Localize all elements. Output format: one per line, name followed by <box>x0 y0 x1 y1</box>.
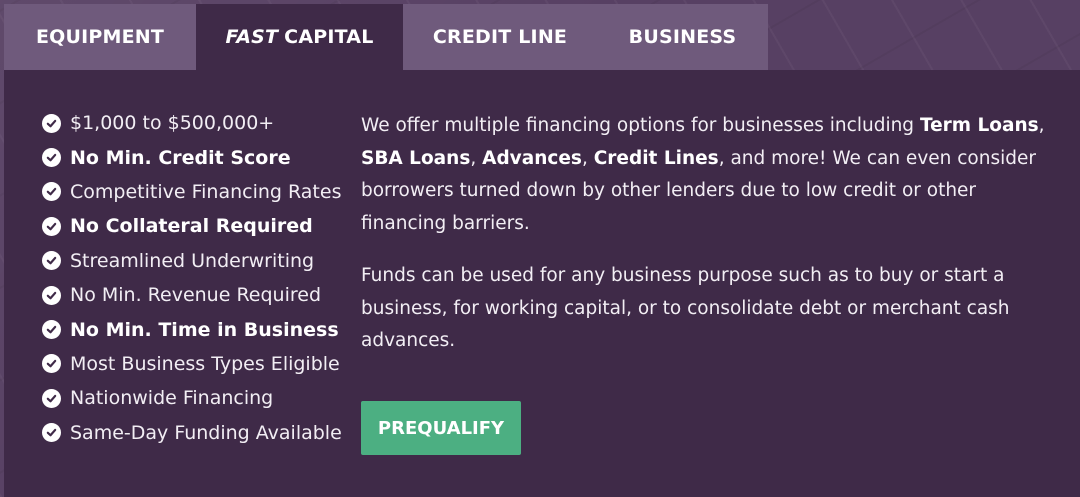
tab-credit-line-label: CREDIT LINE <box>432 26 568 48</box>
tab-business-label: BUSINESS <box>628 26 737 48</box>
check-circle-icon <box>42 388 61 408</box>
tab-business[interactable]: BUSINESS <box>597 4 768 70</box>
feature-item: No Min. Credit Score <box>42 140 342 174</box>
check-circle-icon <box>42 285 61 305</box>
p1-sep: , <box>1038 115 1045 136</box>
feature-text: No Min. Credit Score <box>70 146 291 169</box>
p1-intro: We offer multiple financing options for … <box>361 115 920 136</box>
feature-text: Streamlined Underwriting <box>70 249 315 272</box>
check-circle-icon <box>42 182 61 202</box>
feature-item: No Min. Time in Business <box>42 312 342 346</box>
feature-text: $1,000 to $500,000+ <box>70 112 275 135</box>
tab-panel: $1,000 to $500,000+ No Min. Credit Score C… <box>4 70 1080 497</box>
tab-equipment-label: EQUIPMENT <box>35 26 165 48</box>
term-loans-text: Term Loans <box>919 115 1039 136</box>
feature-item: No Min. Revenue Required <box>42 278 342 312</box>
check-circle-icon <box>42 148 61 168</box>
credit-lines-text: Credit Lines <box>593 147 719 169</box>
description-paragraph-2: Funds can be used for any business purpo… <box>361 265 1010 351</box>
feature-text: No Min. Revenue Required <box>70 284 322 307</box>
description-paragraph-1: We offer multiple financing options for … <box>361 110 1051 240</box>
feature-text: No Min. Time in Business <box>70 318 339 341</box>
tab-fast-capital[interactable]: FAST CAPITAL <box>196 4 403 70</box>
feature-text: No Collateral Required <box>70 215 313 238</box>
check-circle-icon <box>42 354 61 374</box>
p1-sep: , <box>581 147 594 169</box>
check-circle-icon <box>42 423 61 443</box>
advances-text: Advances <box>482 147 582 169</box>
tab-fast-capital-label: CAPITAL <box>284 26 374 48</box>
feature-item: Same-Day Funding Available <box>42 416 342 450</box>
tab-fast-capital-emphasis: FAST <box>225 26 279 48</box>
feature-item: Competitive Financing Rates <box>42 175 342 209</box>
feature-item: No Collateral Required <box>42 209 342 243</box>
prequalify-button[interactable]: PREQUALIFY <box>361 401 521 455</box>
p1-sep: , <box>470 147 483 169</box>
feature-text: Most Business Types Eligible <box>70 352 340 375</box>
feature-list: $1,000 to $500,000+ No Min. Credit Score C… <box>42 106 342 450</box>
check-circle-icon <box>42 320 61 340</box>
feature-item: $1,000 to $500,000+ <box>42 106 342 140</box>
tab-bar: EQUIPMENT FAST CAPITAL CREDIT LINE BUSIN… <box>4 4 768 70</box>
feature-item: Streamlined Underwriting <box>42 244 342 278</box>
check-circle-icon <box>42 251 61 271</box>
prequalify-button-label: PREQUALIFY <box>377 417 505 439</box>
check-circle-icon <box>42 113 61 133</box>
sba-loans-text: SBA Loans <box>361 147 471 169</box>
feature-text: Nationwide Financing <box>70 387 274 410</box>
feature-item: Most Business Types Eligible <box>42 347 342 381</box>
feature-item: Nationwide Financing <box>42 381 342 415</box>
feature-text: Same-Day Funding Available <box>70 421 342 444</box>
tab-credit-line[interactable]: CREDIT LINE <box>403 4 597 70</box>
feature-text: Competitive Financing Rates <box>70 180 342 203</box>
description: We offer multiple financing options for … <box>361 110 1051 378</box>
check-circle-icon <box>42 216 61 236</box>
tab-equipment[interactable]: EQUIPMENT <box>4 4 196 70</box>
